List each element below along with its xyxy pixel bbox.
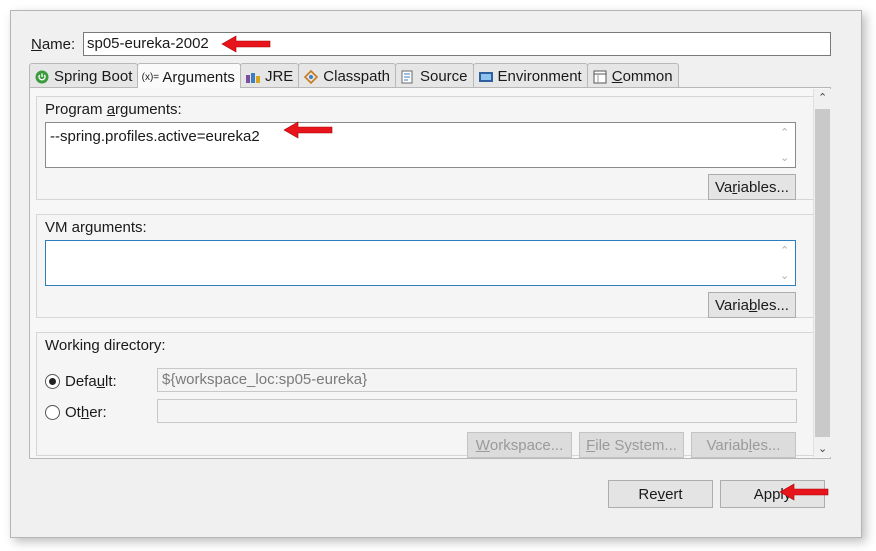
working-directory-title: Working directory:	[45, 337, 166, 354]
workspace-button[interactable]: Workspace...	[467, 432, 572, 458]
chevron-down-icon: ⌄	[780, 270, 790, 282]
tab-common[interactable]: Common	[586, 63, 679, 87]
default-label: Default:	[65, 373, 117, 390]
panel-scrollbar[interactable]: ⌃ ⌄	[813, 89, 831, 457]
tab-jre[interactable]: JRE	[239, 63, 300, 87]
classpath-icon	[303, 69, 319, 85]
program-arguments-title: Program arguments:	[45, 101, 182, 118]
working-variables-button[interactable]: Variab l es...	[691, 432, 796, 458]
scroll-down-icon[interactable]: ⌄	[818, 442, 827, 455]
other-radio[interactable]	[45, 405, 60, 420]
vm-arguments-title: VM arguments:	[45, 219, 147, 236]
revert-button[interactable]: Re v ert	[608, 480, 713, 508]
other-directory-field[interactable]	[157, 399, 797, 423]
tab-environment[interactable]: Environment	[472, 63, 588, 87]
annotation-arrow-name	[221, 35, 271, 53]
common-icon	[592, 69, 608, 85]
spring-boot-icon	[34, 69, 50, 85]
default-radio[interactable]	[45, 374, 60, 389]
arguments-panel: Program arguments: --spring.profiles.act…	[29, 87, 831, 459]
annotation-arrow-program-args	[283, 121, 333, 139]
scrollbar-thumb[interactable]	[815, 109, 830, 437]
source-icon	[400, 69, 416, 85]
annotation-arrow-apply	[779, 483, 829, 501]
jre-icon	[245, 69, 261, 85]
environment-icon	[478, 69, 494, 85]
name-input[interactable]: sp05-eureka-2002	[83, 32, 831, 56]
chevron-up-icon: ⌃	[780, 245, 790, 257]
textarea-scrollbar[interactable]: ⌃ ⌄	[777, 243, 793, 283]
arguments-icon: (x)=	[141, 71, 160, 83]
program-variables-button[interactable]: Va r iables...	[708, 174, 796, 200]
program-arguments-textarea[interactable]: --spring.profiles.active=eureka2 ⌃ ⌄	[45, 122, 796, 168]
working-directory-group: Working directory: Default: ${workspace_…	[36, 332, 819, 458]
program-arguments-group: Program arguments: --spring.profiles.act…	[36, 96, 819, 200]
tab-bar: Spring Boot (x)= Arguments JRE Classpath…	[29, 63, 679, 88]
tab-classpath[interactable]: Classpath	[298, 63, 396, 87]
vm-variables-button[interactable]: Varia b les...	[708, 292, 796, 318]
tab-arguments[interactable]: (x)= Arguments	[137, 63, 241, 88]
file-system-button[interactable]: File System...	[579, 432, 684, 458]
launch-configuration-dialog: Name: sp05-eureka-2002 Spring Boot (x)= …	[10, 10, 862, 538]
name-label: Name:	[31, 36, 76, 53]
textarea-scrollbar[interactable]: ⌃ ⌄	[777, 125, 793, 165]
tab-spring-boot[interactable]: Spring Boot	[29, 63, 139, 87]
vm-arguments-group: VM arguments: ⌃ ⌄ Varia b les...	[36, 214, 819, 318]
scroll-up-icon[interactable]: ⌃	[818, 91, 827, 104]
other-label: Other:	[65, 404, 107, 421]
default-directory-field: ${workspace_loc:sp05-eureka}	[157, 368, 797, 392]
chevron-down-icon: ⌄	[780, 152, 790, 164]
tab-source[interactable]: Source	[394, 63, 474, 87]
chevron-up-icon: ⌃	[780, 127, 790, 139]
vm-arguments-textarea[interactable]: ⌃ ⌄	[45, 240, 796, 286]
